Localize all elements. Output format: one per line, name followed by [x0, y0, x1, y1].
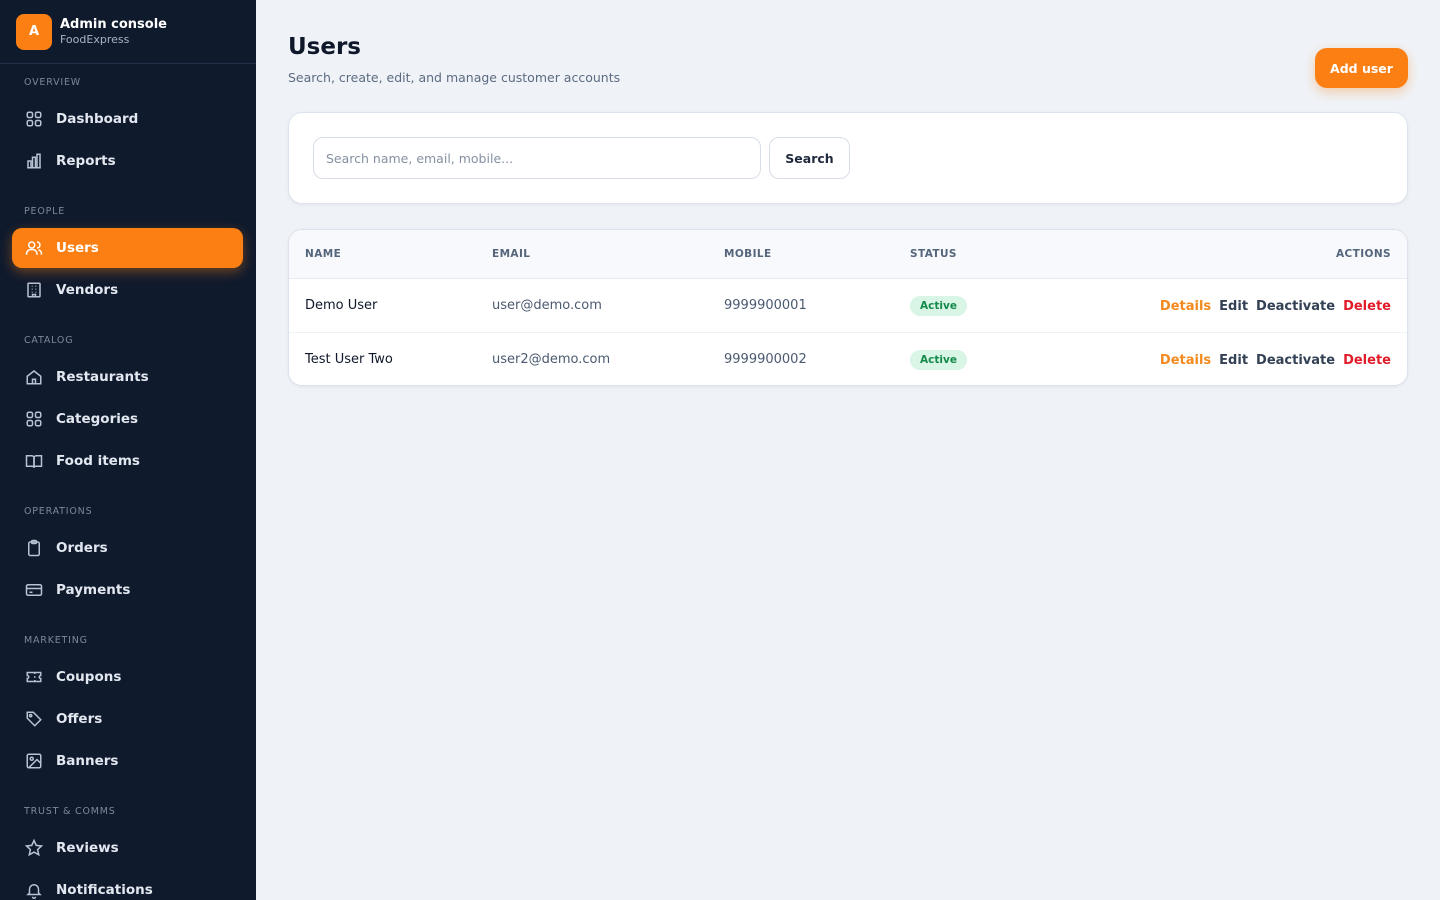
sidebar-section-label: OPERATIONS	[24, 506, 93, 517]
sidebar-section-label: PEOPLE	[24, 206, 66, 217]
table-row: Test User Two user2@demo.com 9999900002 …	[289, 333, 1407, 385]
sidebar-item-payments[interactable]: Payments	[12, 570, 243, 610]
sidebar-item-reviews[interactable]: Reviews	[12, 828, 243, 868]
sidebar-section-label: TRUST & COMMS	[24, 806, 116, 817]
clipboard-icon	[24, 538, 44, 558]
sidebar-item-label: Users	[56, 240, 99, 256]
home-icon	[24, 367, 44, 387]
bar-chart-icon	[24, 151, 44, 171]
users-table: NAME EMAIL MOBILE STATUS ACTIONS Demo Us…	[288, 229, 1408, 386]
edit-link[interactable]: Edit	[1219, 299, 1248, 314]
sidebar-item-users[interactable]: Users	[12, 228, 243, 268]
details-link[interactable]: Details	[1160, 353, 1211, 368]
grid-icon	[24, 109, 44, 129]
sidebar-item-orders[interactable]: Orders	[12, 528, 243, 568]
sidebar-section-label: OVERVIEW	[24, 77, 81, 88]
sidebar-item-label: Reports	[56, 153, 116, 169]
column-header-mobile: MOBILE	[724, 248, 772, 260]
search-card: Search	[288, 112, 1408, 204]
edit-link[interactable]: Edit	[1219, 353, 1248, 368]
details-link[interactable]: Details	[1160, 299, 1211, 314]
sidebar-item-label: Restaurants	[56, 369, 149, 385]
sidebar-item-label: Vendors	[56, 282, 119, 298]
sidebar-item-notifications[interactable]: Notifications	[12, 870, 243, 900]
deactivate-link[interactable]: Deactivate	[1256, 299, 1335, 314]
table-body: Demo User user@demo.com 9999900001 Activ…	[289, 279, 1407, 385]
sidebar-item-label: Banners	[56, 753, 119, 769]
book-icon	[24, 451, 44, 471]
star-icon	[24, 838, 44, 858]
column-header-status: STATUS	[910, 248, 957, 260]
sidebar-item-label: Food items	[56, 453, 140, 469]
sidebar-item-vendors[interactable]: Vendors	[12, 270, 243, 310]
cell-name: Demo User	[305, 298, 378, 313]
sidebar-item-label: Payments	[56, 582, 131, 598]
deactivate-link[interactable]: Deactivate	[1256, 353, 1335, 368]
image-icon	[24, 751, 44, 771]
brand-title: Admin console	[60, 16, 167, 32]
cell-mobile: 9999900002	[724, 352, 807, 367]
sidebar-item-label: Categories	[56, 411, 139, 427]
sidebar-item-label: Orders	[56, 540, 108, 556]
bell-icon	[24, 880, 44, 900]
credit-card-icon	[24, 580, 44, 600]
brand-logo: A	[16, 13, 52, 50]
sidebar-item-reports[interactable]: Reports	[12, 141, 243, 181]
sidebar-item-label: Dashboard	[56, 111, 139, 127]
sidebar-item-label: Reviews	[56, 840, 119, 856]
page-title: Users	[288, 34, 361, 60]
main-content: Users Search, create, edit, and manage c…	[256, 0, 1440, 900]
table-row: Demo User user@demo.com 9999900001 Activ…	[289, 279, 1407, 333]
row-actions: Details Edit Deactivate Delete	[1160, 279, 1391, 333]
sidebar: A Admin console FoodExpress OVERVIEW Dash…	[0, 0, 256, 900]
cell-email: user@demo.com	[492, 298, 602, 313]
sidebar-item-food-items[interactable]: Food items	[12, 441, 243, 481]
column-header-name: NAME	[305, 248, 342, 260]
sidebar-item-label: Coupons	[56, 669, 122, 685]
ticket-icon	[24, 667, 44, 687]
sidebar-item-coupons[interactable]: Coupons	[12, 657, 243, 697]
sidebar-section-label: MARKETING	[24, 635, 88, 646]
brand-subtitle: FoodExpress	[60, 32, 130, 46]
search-input[interactable]	[313, 137, 761, 179]
grid-icon	[24, 409, 44, 429]
table-header: NAME EMAIL MOBILE STATUS ACTIONS	[289, 230, 1407, 279]
column-header-actions: ACTIONS	[1336, 248, 1391, 260]
sidebar-item-dashboard[interactable]: Dashboard	[12, 99, 243, 139]
sidebar-item-label: Notifications	[56, 882, 153, 898]
tag-icon	[24, 709, 44, 729]
cell-name: Test User Two	[305, 352, 393, 367]
status-badge: Active	[910, 296, 967, 316]
add-user-button[interactable]: Add user	[1315, 48, 1408, 88]
delete-link[interactable]: Delete	[1343, 353, 1391, 368]
sidebar-item-restaurants[interactable]: Restaurants	[12, 357, 243, 397]
cell-email: user2@demo.com	[492, 352, 611, 367]
cell-mobile: 9999900001	[724, 298, 807, 313]
sidebar-item-offers[interactable]: Offers	[12, 699, 243, 739]
row-actions: Details Edit Deactivate Delete	[1160, 333, 1391, 385]
users-icon	[24, 238, 44, 258]
column-header-email: EMAIL	[492, 248, 531, 260]
sidebar-item-label: Offers	[56, 711, 103, 727]
sidebar-item-banners[interactable]: Banners	[12, 741, 243, 781]
brand-header: A Admin console FoodExpress	[0, 0, 256, 64]
status-badge: Active	[910, 350, 967, 370]
search-button[interactable]: Search	[769, 137, 850, 179]
sidebar-item-categories[interactable]: Categories	[12, 399, 243, 439]
page-subtitle: Search, create, edit, and manage custome…	[288, 70, 621, 85]
building-icon	[24, 280, 44, 300]
delete-link[interactable]: Delete	[1343, 299, 1391, 314]
sidebar-section-label: CATALOG	[24, 335, 74, 346]
